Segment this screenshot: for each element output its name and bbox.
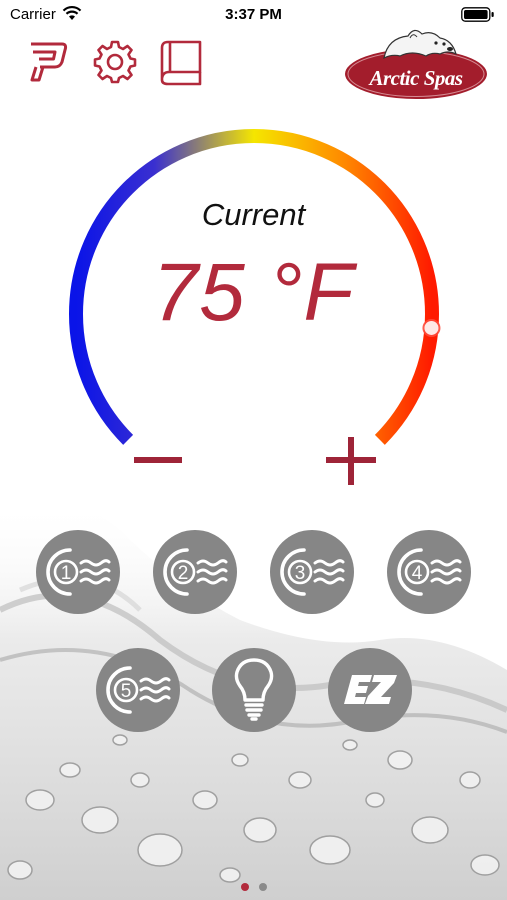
clock: 3:37 PM xyxy=(225,6,282,23)
ez-label-graphic: EZ xyxy=(344,675,397,729)
pump-number: 3 xyxy=(295,563,306,584)
pump-number: 2 xyxy=(178,563,189,584)
pump-1-button[interactable]: 1 xyxy=(36,530,120,614)
pump-2-button[interactable]: 2 xyxy=(153,530,237,614)
page-dot[interactable] xyxy=(258,883,267,891)
pump-3-button[interactable]: 3 xyxy=(270,530,354,614)
pump-4-button[interactable]: 4 xyxy=(387,530,471,614)
pump-number: 4 xyxy=(412,563,423,584)
pump-jet-icon: 5 xyxy=(106,666,171,714)
pump-number: 1 xyxy=(61,563,72,584)
settings-button[interactable] xyxy=(90,36,140,86)
increase-temperature-button[interactable] xyxy=(324,436,378,486)
page-indicator[interactable] xyxy=(0,878,507,896)
current-label: Current xyxy=(201,197,306,232)
page-dot[interactable] xyxy=(240,883,249,891)
pump-jet-icon: 4 xyxy=(397,548,462,596)
pump-5-button[interactable]: 5 xyxy=(96,648,180,732)
pump-number: 5 xyxy=(121,681,132,702)
light-button[interactable] xyxy=(212,648,296,732)
p-logo-icon xyxy=(30,42,68,82)
current-temperature: 75 °F xyxy=(152,247,355,338)
ez-mode-button[interactable]: EZ xyxy=(328,648,412,732)
arctic-spas-logo: Arctic Spas xyxy=(343,29,489,101)
pump-jet-icon: 3 xyxy=(280,548,345,596)
svg-text:Arctic Spas: Arctic Spas xyxy=(367,66,462,90)
ez-label: EZ xyxy=(370,727,372,729)
decrease-temperature-button[interactable] xyxy=(132,446,184,476)
pump-jet-icon: 1 xyxy=(46,548,111,596)
p-logo-button[interactable] xyxy=(22,36,72,86)
gear-icon xyxy=(93,40,137,84)
manual-button[interactable] xyxy=(156,36,206,86)
light-bulb-icon xyxy=(234,658,274,721)
manual-book-icon xyxy=(160,40,202,86)
minus-icon xyxy=(134,457,182,463)
pump-jet-icon: 2 xyxy=(163,548,228,596)
battery-icon xyxy=(461,7,494,22)
plus-icon xyxy=(326,437,376,485)
